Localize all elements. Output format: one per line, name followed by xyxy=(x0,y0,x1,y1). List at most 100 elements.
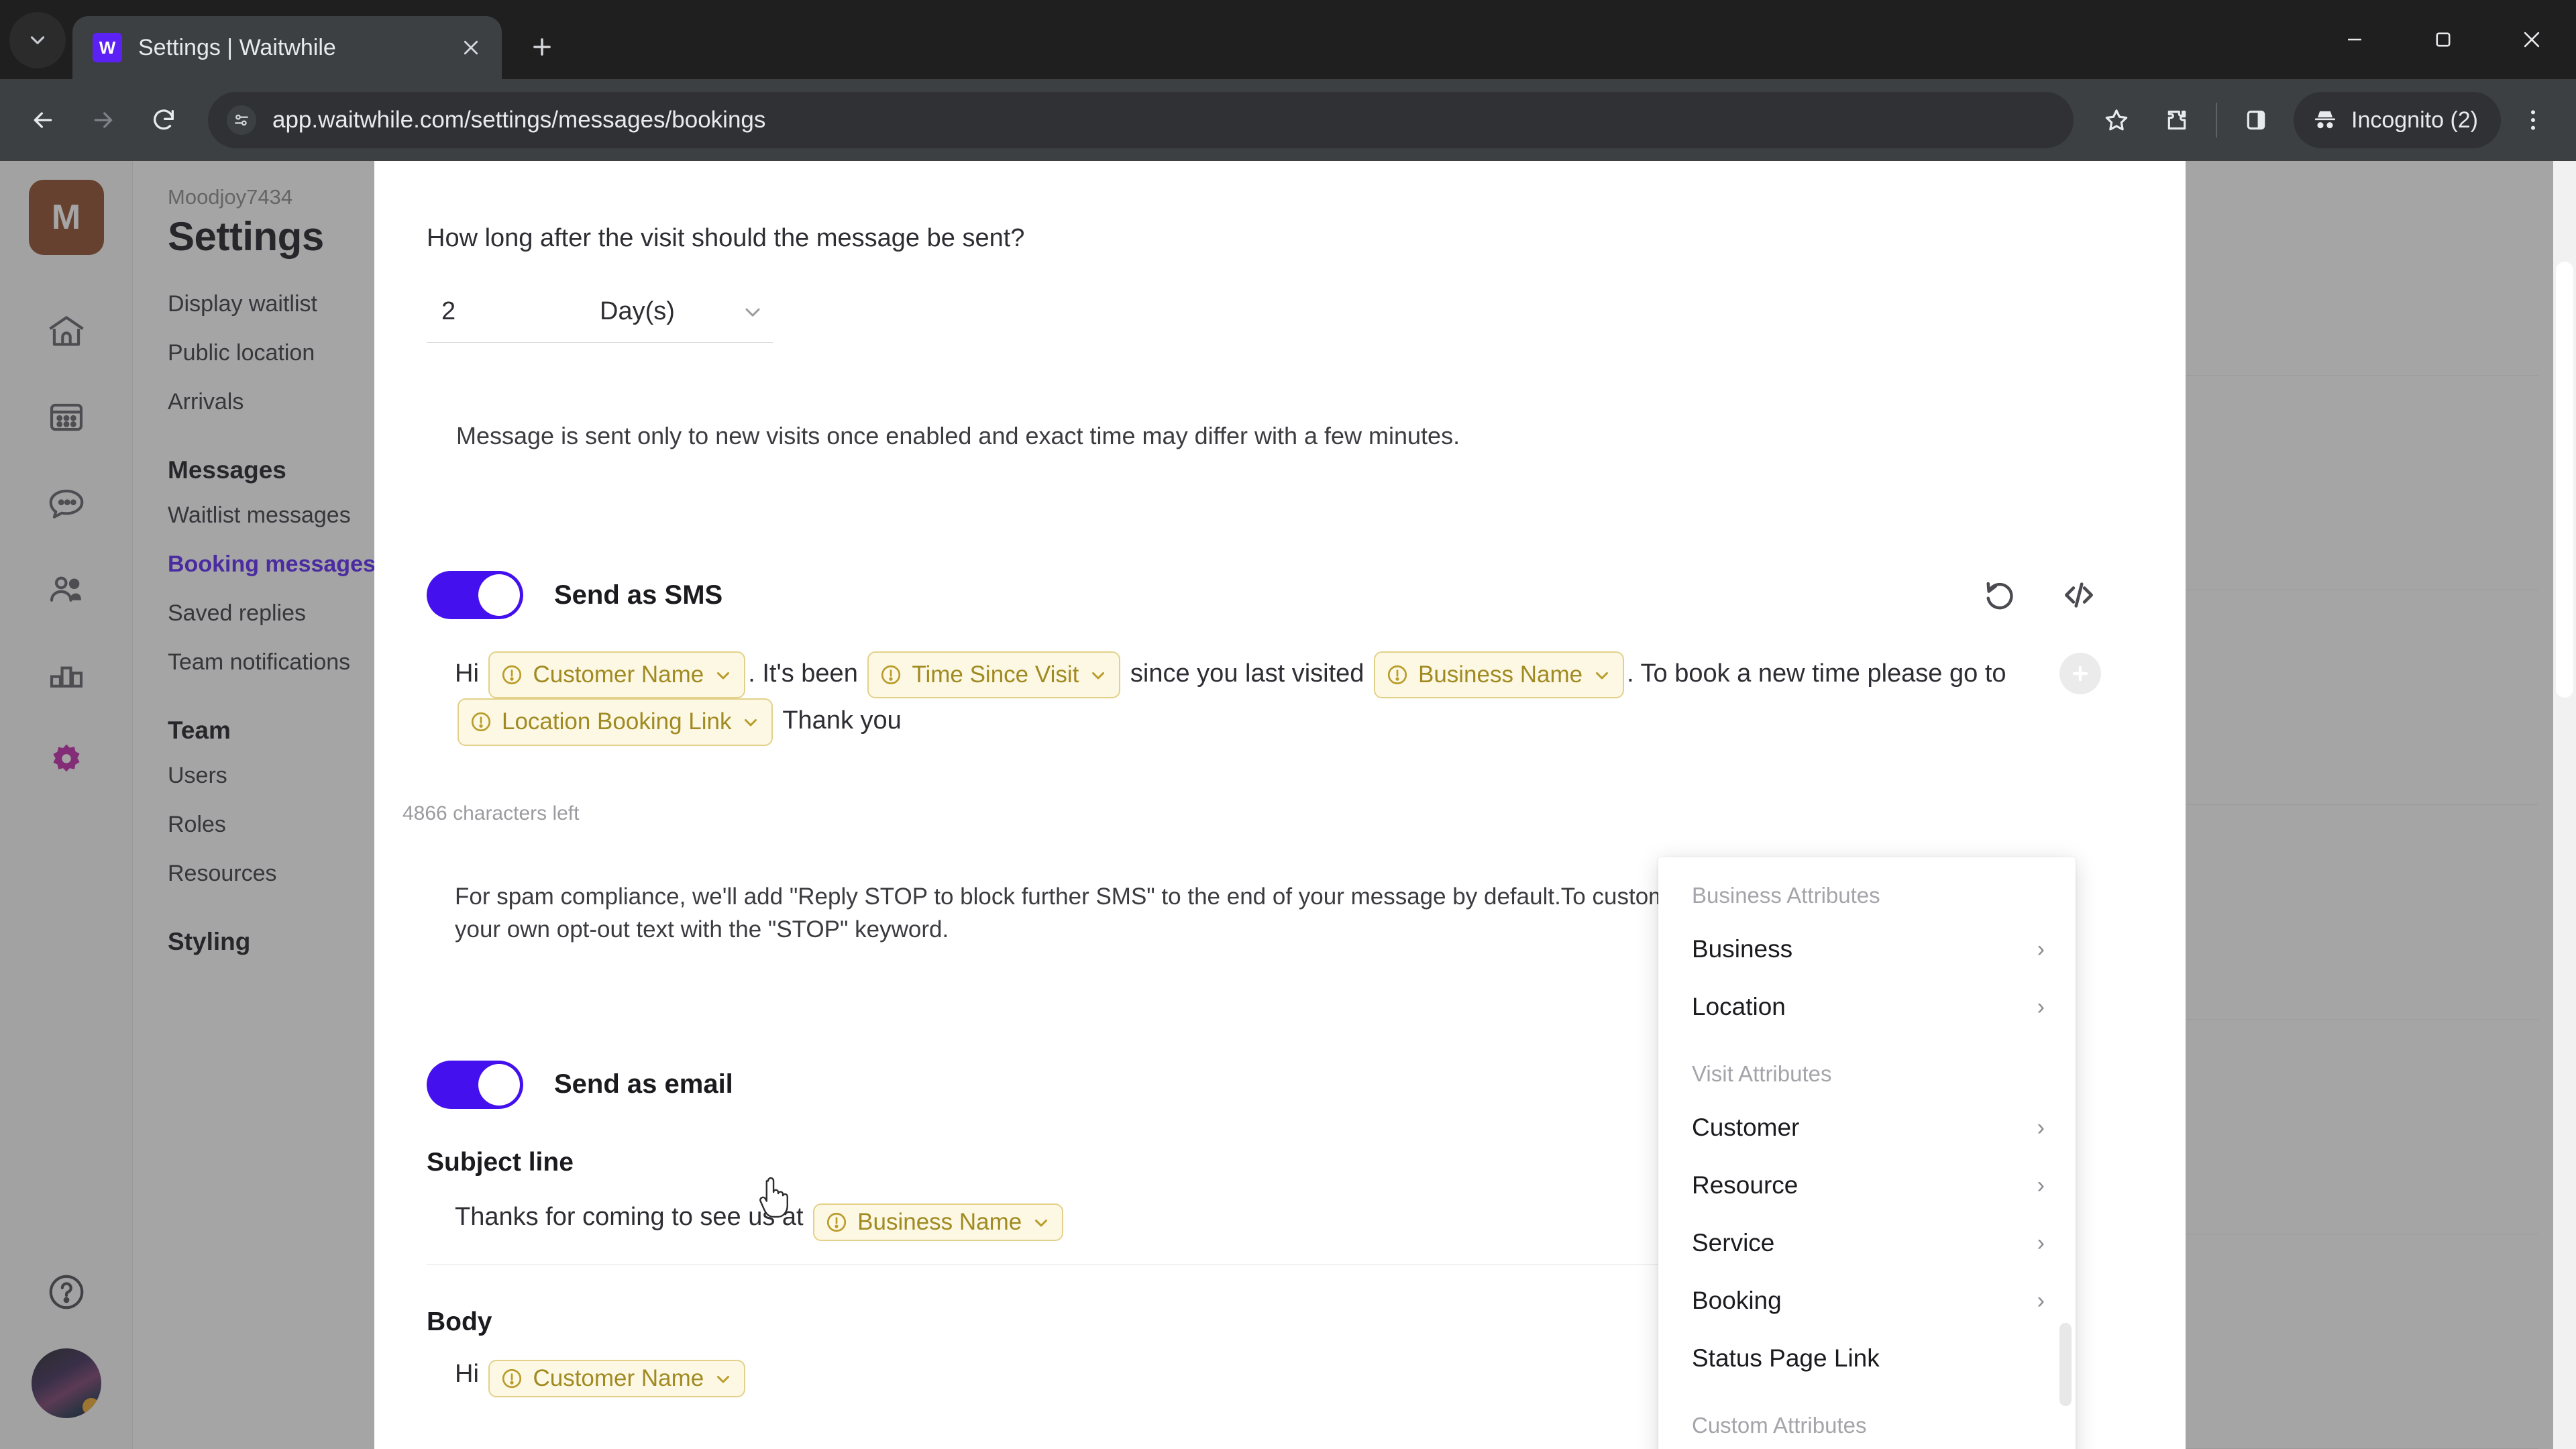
dropdown-item-label: Location xyxy=(1692,993,1786,1020)
send-as-sms-toggle[interactable] xyxy=(427,571,523,619)
chevron-down-icon xyxy=(1035,1219,1048,1227)
browser-menu-button[interactable] xyxy=(2505,92,2561,148)
attribute-chip-business-name[interactable]: Business Name xyxy=(1373,651,1625,699)
browser-tab[interactable]: W Settings | Waitwhile xyxy=(72,16,502,79)
chevron-down-icon xyxy=(1092,672,1105,680)
forward-button[interactable] xyxy=(75,92,131,148)
attribute-chip-time-since-visit[interactable]: Time Since Visit xyxy=(867,651,1121,699)
code-icon xyxy=(2065,582,2093,608)
browser-window: W Settings | Waitwhile app.waitwhile.com… xyxy=(0,0,2576,1449)
chevron-down-icon xyxy=(717,672,730,680)
text-fragment: Hi xyxy=(455,659,486,688)
chevron-down-icon xyxy=(1596,672,1609,680)
dropdown-item-label: Service xyxy=(1692,1229,1775,1256)
chip-label: Location Booking Link xyxy=(502,708,732,735)
window-controls xyxy=(2310,0,2576,79)
attribute-chip-customer-name[interactable]: Customer Name xyxy=(488,651,746,699)
bookmark-button[interactable] xyxy=(2088,92,2145,148)
tab-search-button[interactable] xyxy=(9,12,66,68)
dropdown-item-label: Business xyxy=(1692,935,1793,963)
dropdown-scrollbar-thumb[interactable] xyxy=(2059,1323,2072,1406)
chevron-down-icon xyxy=(717,1376,730,1383)
reload-button[interactable] xyxy=(136,92,192,148)
text-fragment: Thank you xyxy=(775,706,902,735)
chevron-right-icon: › xyxy=(2037,936,2045,962)
send-as-sms-label: Send as SMS xyxy=(554,580,723,610)
duration-dropdown-button[interactable] xyxy=(733,300,773,324)
chevron-down-icon xyxy=(745,719,757,727)
dropdown-item-label: Status Page Link xyxy=(1692,1344,1880,1372)
sms-section-header: Send as SMS xyxy=(427,571,2186,619)
incognito-indicator[interactable]: Incognito (2) xyxy=(2294,92,2501,148)
text-fragment: . It's been xyxy=(748,659,865,688)
extensions-button[interactable] xyxy=(2149,92,2205,148)
reload-icon xyxy=(154,109,174,130)
duration-unit[interactable]: Day(s) xyxy=(600,297,733,326)
side-panel-icon xyxy=(2247,110,2265,130)
dropdown-item-label: Resource xyxy=(1692,1171,1799,1199)
add-attribute-button[interactable] xyxy=(2059,653,2101,694)
chevron-right-icon: › xyxy=(2037,994,2045,1020)
dropdown-section-business-attributes: Business Attributes xyxy=(1692,883,1880,908)
chevron-down-icon xyxy=(745,308,760,317)
page-viewport: M Moodjoy7434 Settings Display waitlist … xyxy=(0,161,2576,1449)
site-info-button[interactable] xyxy=(227,105,256,135)
close-icon xyxy=(464,40,478,55)
tab-strip: W Settings | Waitwhile xyxy=(0,0,2576,79)
page-scrollbar-thumb[interactable] xyxy=(2556,262,2573,698)
dropdown-item-business[interactable]: Business › xyxy=(1658,920,2076,978)
window-close-icon xyxy=(2524,32,2540,48)
attribute-dropdown-menu: Business Attributes Business › Location … xyxy=(1658,857,2076,1449)
dropdown-item-customer[interactable]: Customer › xyxy=(1658,1099,2076,1157)
new-tab-button[interactable] xyxy=(518,23,566,71)
maximize-icon xyxy=(2436,32,2451,47)
attribute-chip-business-name-subject[interactable]: Business Name xyxy=(813,1203,1064,1241)
toolbar-divider xyxy=(2216,103,2217,138)
chevron-down-icon xyxy=(30,36,45,44)
dropdown-item-status-page-link[interactable]: Status Page Link xyxy=(1658,1330,2076,1387)
dropdown-item-label: Booking xyxy=(1692,1287,1782,1314)
body-text-fragment: Hi xyxy=(455,1359,486,1388)
view-code-button[interactable] xyxy=(2059,576,2098,614)
subject-text-fragment: Thanks for coming to see us at xyxy=(455,1202,811,1231)
plus-circle-icon xyxy=(2072,665,2088,682)
chevron-right-icon: › xyxy=(2037,1230,2045,1256)
chip-label: Customer Name xyxy=(533,661,704,688)
characters-left-label: 4866 characters left xyxy=(402,802,580,824)
timing-hint: Message is sent only to new visits once … xyxy=(456,422,1460,449)
arrow-right-icon xyxy=(94,112,113,128)
reset-message-button[interactable] xyxy=(1980,576,2019,614)
url-text: app.waitwhile.com/settings/messages/book… xyxy=(272,107,766,133)
dropdown-item-service[interactable]: Service › xyxy=(1658,1214,2076,1272)
side-panel-button[interactable] xyxy=(2228,92,2284,148)
page-scrollbar[interactable] xyxy=(2553,161,2576,1449)
window-close-button[interactable] xyxy=(2487,0,2576,79)
timing-question-label: How long after the visit should the mess… xyxy=(427,224,1025,252)
tab-close-button[interactable] xyxy=(455,32,487,64)
maximize-button[interactable] xyxy=(2399,0,2487,79)
dropdown-item-location[interactable]: Location › xyxy=(1658,978,2076,1036)
attribute-chip-location-booking-link[interactable]: Location Booking Link xyxy=(458,698,773,746)
dropdown-section-custom-attributes: Custom Attributes xyxy=(1692,1413,1867,1438)
dropdown-item-booking[interactable]: Booking › xyxy=(1658,1272,2076,1330)
chevron-right-icon: › xyxy=(2037,1287,2045,1313)
dropdown-item-resource[interactable]: Resource › xyxy=(1658,1157,2076,1214)
send-as-email-toggle[interactable] xyxy=(427,1060,523,1109)
duration-value[interactable]: 2 xyxy=(427,297,600,326)
browser-toolbar: app.waitwhile.com/settings/messages/book… xyxy=(0,79,2576,161)
attribute-chip-customer-name-body[interactable]: Customer Name xyxy=(488,1360,746,1398)
minimize-button[interactable] xyxy=(2310,0,2399,79)
back-button[interactable] xyxy=(15,92,71,148)
text-fragment: . To book a new time please go to xyxy=(1627,659,2006,688)
dropdown-section-visit-attributes: Visit Attributes xyxy=(1692,1061,1832,1086)
alert-circle-icon xyxy=(502,665,522,685)
alert-circle-icon xyxy=(1387,665,1407,685)
minimize-icon xyxy=(2348,38,2361,41)
address-bar[interactable]: app.waitwhile.com/settings/messages/book… xyxy=(208,92,2074,148)
incognito-label: Incognito (2) xyxy=(2351,107,2478,133)
chip-label: Customer Name xyxy=(533,1365,704,1392)
duration-field[interactable]: 2 Day(s) xyxy=(427,281,773,343)
chip-label: Business Name xyxy=(857,1208,1022,1235)
sms-message-text[interactable]: Hi Customer Name . It's been Time Since V… xyxy=(427,651,2097,746)
sms-message-editor[interactable]: Hi Customer Name . It's been Time Since V… xyxy=(427,651,2101,746)
